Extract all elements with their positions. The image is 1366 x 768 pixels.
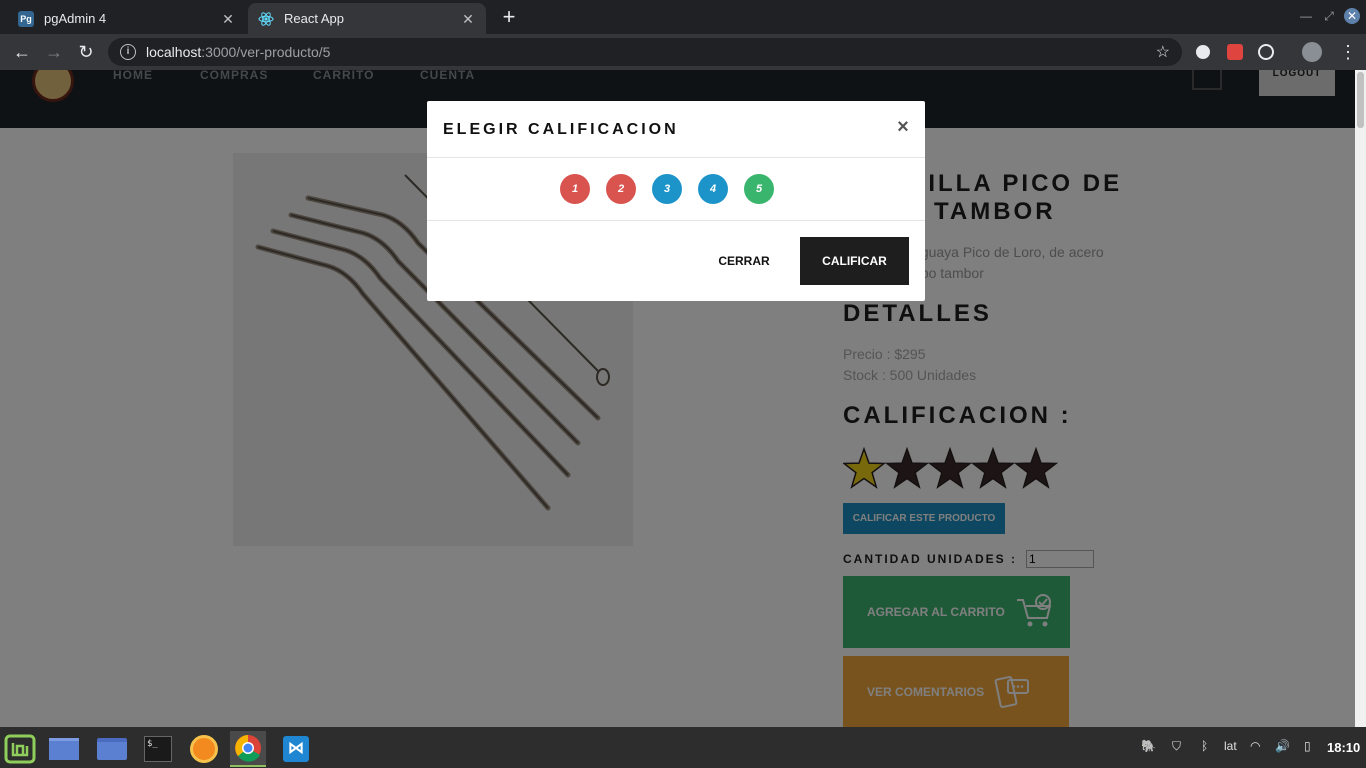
clock[interactable]: 18:10 (1327, 740, 1360, 755)
page-viewport: HOME COMPRAS CARRITO CUENTA LOGOUT BOM (0, 70, 1355, 727)
scrollbar-thumb[interactable] (1357, 72, 1364, 128)
chrome-icon[interactable] (230, 731, 266, 767)
modal-close-icon[interactable]: × (895, 117, 911, 137)
browser-toolbar: ← → ↻ i localhost:3000/ver-producto/5 ☆ … (0, 34, 1366, 70)
forward-icon[interactable]: → (42, 40, 66, 64)
url-path: :3000/ver-producto/5 (201, 44, 331, 60)
close-tab-icon[interactable]: ✕ (460, 11, 476, 27)
terminal-icon[interactable]: $_ (140, 731, 176, 767)
tab-title: React App (284, 11, 344, 26)
react-icon (258, 11, 274, 27)
postgres-tray-icon[interactable]: 🐘 (1141, 739, 1156, 753)
minimize-icon[interactable]: — (1298, 8, 1314, 24)
site-info-icon[interactable]: i (120, 44, 136, 60)
shield-icon[interactable]: ⛉ (1172, 739, 1181, 754)
menu-kebab-icon[interactable]: ⋮ (1336, 40, 1360, 64)
os-taskbar: $_ ⋈ 🐘 ⛉ ᛒ lat ◠ 🔊 ▯ 18:10 (0, 727, 1366, 768)
pgadmin-icon: Pg (18, 10, 34, 27)
modal-title: ELEGIR CALIFICACION (443, 121, 679, 138)
maximize-icon[interactable]: ⤢ (1321, 8, 1337, 24)
new-tab-icon[interactable]: + (498, 6, 520, 28)
rating-option-1[interactable]: 1 (560, 174, 590, 204)
vscode-icon[interactable]: ⋈ (278, 731, 314, 767)
mint-menu-icon[interactable] (2, 731, 38, 767)
close-window-icon[interactable]: ✕ (1344, 8, 1360, 24)
tab-strip: Pg pgAdmin 4 ✕ React App ✕ + — ⤢ ✕ (0, 0, 1366, 34)
tab-react-app[interactable]: React App ✕ (248, 3, 486, 34)
address-bar[interactable]: i localhost:3000/ver-producto/5 ☆ (108, 38, 1182, 66)
rating-option-4[interactable]: 4 (698, 174, 728, 204)
battery-icon[interactable]: ▯ (1304, 739, 1311, 753)
volume-icon[interactable]: 🔊 (1275, 739, 1290, 753)
page-scrollbar[interactable] (1355, 70, 1366, 727)
rating-option-3[interactable]: 3 (652, 174, 682, 204)
divider (427, 220, 925, 221)
bluetooth-icon[interactable]: ᛒ (1201, 739, 1208, 753)
extension-icon[interactable] (1227, 44, 1243, 60)
files-icon[interactable] (94, 731, 130, 767)
rating-option-2[interactable]: 2 (606, 174, 636, 204)
rating-option-5[interactable]: 5 (744, 174, 774, 204)
desktop-icon[interactable] (46, 731, 82, 767)
url-host: localhost (146, 44, 202, 60)
reload-icon[interactable]: ↻ (74, 40, 98, 64)
extension-icon[interactable] (1258, 44, 1274, 60)
extension-icon[interactable] (1196, 45, 1210, 59)
tab-title: pgAdmin 4 (44, 11, 107, 26)
divider (427, 157, 925, 158)
wifi-icon[interactable]: ◠ (1250, 739, 1260, 753)
profile-avatar[interactable] (1302, 42, 1322, 62)
tab-pgadmin[interactable]: Pg pgAdmin 4 ✕ (8, 3, 246, 34)
submit-rating-button[interactable]: CALIFICAR (800, 237, 909, 285)
firefox-icon[interactable] (186, 731, 222, 767)
close-tab-icon[interactable]: ✕ (220, 11, 236, 27)
bookmark-star-icon[interactable]: ☆ (1156, 42, 1170, 62)
rating-modal: ELEGIR CALIFICACION × 1 2 3 4 5 CERRAR C… (427, 101, 925, 301)
keyboard-layout[interactable]: lat (1224, 739, 1237, 753)
close-modal-button[interactable]: CERRAR (711, 237, 777, 285)
back-icon[interactable]: ← (10, 40, 34, 64)
